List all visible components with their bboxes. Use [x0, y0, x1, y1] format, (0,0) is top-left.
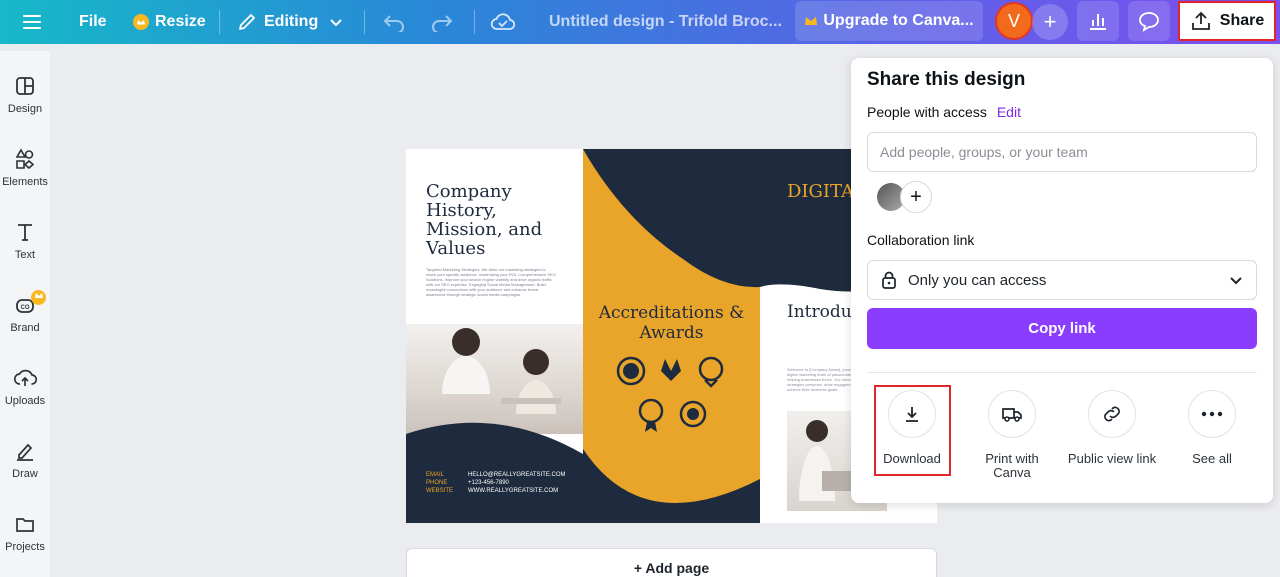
pen-icon — [17, 443, 33, 461]
resize-label: Resize — [155, 13, 206, 30]
share-button[interactable]: Share — [1178, 1, 1276, 41]
action-label: Public view link — [1067, 451, 1157, 466]
print-with-canva-action[interactable]: Print with Canva — [962, 390, 1062, 480]
crown-icon — [133, 14, 149, 30]
invite-button[interactable]: + — [1032, 4, 1068, 40]
redo-icon — [432, 15, 453, 32]
comments-button[interactable] — [1128, 1, 1170, 41]
hamburger-icon — [23, 15, 41, 29]
panel-title: Company History, Mission, and Values — [426, 181, 543, 259]
brochure-panel-left: Company History, Mission, and Values Tar… — [406, 149, 583, 523]
save-status-button[interactable] — [490, 0, 516, 44]
share-upload-icon — [1191, 11, 1210, 30]
sidebar-item-label: Draw — [12, 468, 38, 480]
bar-chart-icon — [1090, 14, 1106, 30]
public-view-link-action[interactable]: Public view link — [1062, 390, 1162, 466]
insights-button[interactable] — [1077, 1, 1119, 41]
crown-icon — [31, 290, 46, 305]
upgrade-button[interactable]: Upgrade to Canva... — [795, 1, 983, 41]
sidebar-item-elements[interactable]: Elements — [0, 148, 50, 188]
divider — [364, 10, 365, 34]
panel-bullets: Targeted Marketing Strategies: We tailor… — [426, 267, 556, 297]
people-with-access-row: People with access Edit — [867, 104, 1021, 120]
collab-link-label: Collaboration link — [867, 232, 975, 248]
file-label: File — [79, 13, 107, 30]
shapes-icon — [15, 148, 35, 170]
comment-icon — [1139, 12, 1159, 32]
edit-access-link[interactable]: Edit — [997, 104, 1021, 120]
access-value: Only you can access — [908, 271, 1047, 289]
sidebar-item-uploads[interactable]: Uploads — [0, 367, 50, 407]
divider — [219, 10, 220, 34]
plus-icon: + — [910, 185, 922, 208]
share-label: Share — [1219, 12, 1265, 29]
sidebar-item-label: Brand — [10, 322, 40, 334]
sidebar-item-brand[interactable]: CO Brand — [0, 290, 50, 334]
brochure-panel-middle: Accreditations & Awards — [583, 149, 760, 523]
sidebar-item-label: Design — [7, 103, 43, 115]
divider — [474, 10, 475, 34]
layout-icon — [16, 77, 34, 95]
design-title[interactable]: Untitled design - Trifold Broc... — [549, 0, 782, 44]
sidebar-item-label: Elements — [2, 176, 48, 188]
upgrade-label: Upgrade to Canva... — [823, 12, 974, 29]
undo-icon — [383, 15, 404, 32]
access-level-select[interactable]: Only you can access — [867, 260, 1257, 300]
cloud-check-icon — [490, 13, 516, 30]
people-label: People with access — [867, 104, 987, 120]
text-icon — [18, 224, 32, 241]
cloud-upload-icon — [13, 369, 37, 386]
sidebar-item-label: Uploads — [4, 395, 46, 407]
sidebar-item-label: Projects — [5, 541, 45, 553]
redo-button[interactable] — [430, 0, 454, 44]
add-people-input[interactable] — [867, 132, 1257, 172]
see-all-action[interactable]: See all — [1162, 390, 1262, 466]
chevron-down-icon — [1230, 277, 1242, 285]
contact-info: EMAIL HELLO@REALLYGREATSITE.COM PHONE +123… — [426, 472, 566, 494]
sidebar-item-text[interactable]: Text — [0, 221, 50, 261]
add-person-button[interactable]: + — [900, 181, 932, 213]
file-menu[interactable]: File — [79, 0, 107, 44]
copy-link-button[interactable]: Copy link — [867, 308, 1257, 349]
sidebar-item-label: Text — [14, 249, 36, 261]
divider — [867, 372, 1257, 373]
menu-button[interactable] — [22, 0, 42, 44]
svg-text:CO: CO — [21, 305, 30, 311]
editing-label: Editing — [264, 13, 319, 30]
user-avatar[interactable]: V — [995, 2, 1033, 40]
add-page-button[interactable]: + Add page — [406, 548, 937, 577]
sidebar-item-design[interactable]: Design — [0, 75, 50, 115]
editing-mode-dropdown[interactable]: Editing — [236, 0, 344, 44]
action-label: Print with Canva — [985, 451, 1039, 480]
truck-icon — [1002, 408, 1022, 422]
pencil-icon — [239, 14, 255, 30]
link-icon — [1104, 406, 1120, 422]
more-icon — [1201, 411, 1223, 417]
resize-button[interactable]: Resize — [133, 0, 206, 44]
plus-icon: + — [1043, 9, 1057, 34]
download-highlight-box — [874, 385, 951, 476]
left-sidebar: Design Elements Text CO Brand Uploads Dr… — [0, 51, 50, 577]
folder-icon — [16, 518, 34, 532]
panel-title: Share this design — [867, 69, 1026, 90]
sidebar-item-draw[interactable]: Draw — [0, 440, 50, 480]
crown-icon — [805, 17, 818, 25]
top-bar: File Resize Editing Untitled design - Tr… — [0, 0, 1280, 44]
sidebar-item-projects[interactable]: Projects — [0, 513, 50, 553]
lock-icon — [882, 271, 896, 289]
undo-button[interactable] — [382, 0, 406, 44]
chevron-down-icon — [330, 19, 342, 27]
accreditations-title: Accreditations & Awards — [598, 303, 745, 343]
award-badges-icon — [616, 356, 724, 432]
action-label: See all — [1192, 451, 1232, 466]
